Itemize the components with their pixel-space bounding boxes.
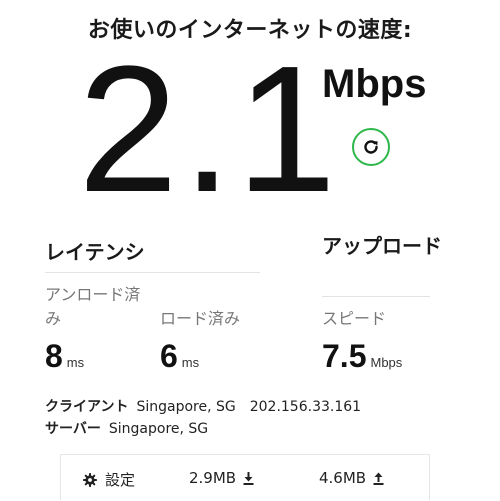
- loaded-latency-unit: ms: [181, 355, 200, 370]
- refresh-button[interactable]: [352, 128, 390, 166]
- server-info-row: サーバー Singapore, SG: [45, 418, 208, 438]
- unloaded-latency-metric: 8 ms: [45, 338, 84, 375]
- server-label: サーバー: [45, 421, 101, 437]
- download-arrow-icon: [243, 471, 254, 485]
- upload-size-value: 4.6MB: [319, 469, 367, 487]
- upload-speed-value: 7.5: [322, 338, 367, 374]
- upload-speed-label: スピード: [322, 309, 387, 328]
- unloaded-latency-label: アンロード済み: [45, 285, 141, 328]
- unloaded-latency-value: 8: [45, 338, 63, 374]
- upload-title: アップロード: [322, 234, 442, 258]
- loaded-latency-value: 6: [160, 338, 178, 374]
- settings-button[interactable]: 設定: [83, 469, 135, 490]
- unloaded-latency-unit: ms: [66, 355, 85, 370]
- upload-arrow-icon: [373, 472, 384, 485]
- refresh-icon: [361, 137, 381, 157]
- client-label: クライアント: [45, 399, 129, 415]
- footer-bar: 設定 2.9MB 4.6MB: [60, 454, 430, 500]
- download-size: 2.9MB: [189, 469, 254, 487]
- loaded-latency-label: ロード済み: [160, 309, 241, 328]
- upload-size: 4.6MB: [319, 469, 384, 487]
- latency-divider: [45, 272, 260, 273]
- upload-speed-metric: 7.5 Mbps: [322, 338, 402, 375]
- settings-label: 設定: [105, 471, 136, 489]
- client-ip: 202.156.33.161: [249, 399, 362, 415]
- download-size-value: 2.9MB: [189, 469, 237, 487]
- loaded-latency-metric: 6 ms: [160, 338, 199, 375]
- client-location: Singapore, SG: [136, 399, 236, 415]
- server-location: Singapore, SG: [108, 421, 209, 437]
- speed-unit: Mbps: [322, 62, 427, 106]
- upload-divider: [322, 296, 430, 297]
- upload-speed-unit: Mbps: [370, 355, 403, 370]
- speed-value: 2.1: [78, 29, 341, 230]
- latency-title: レイテンシ: [45, 240, 145, 264]
- client-info-row: クライアント Singapore, SG 202.156.33.161: [45, 396, 361, 416]
- gear-icon: [83, 472, 97, 487]
